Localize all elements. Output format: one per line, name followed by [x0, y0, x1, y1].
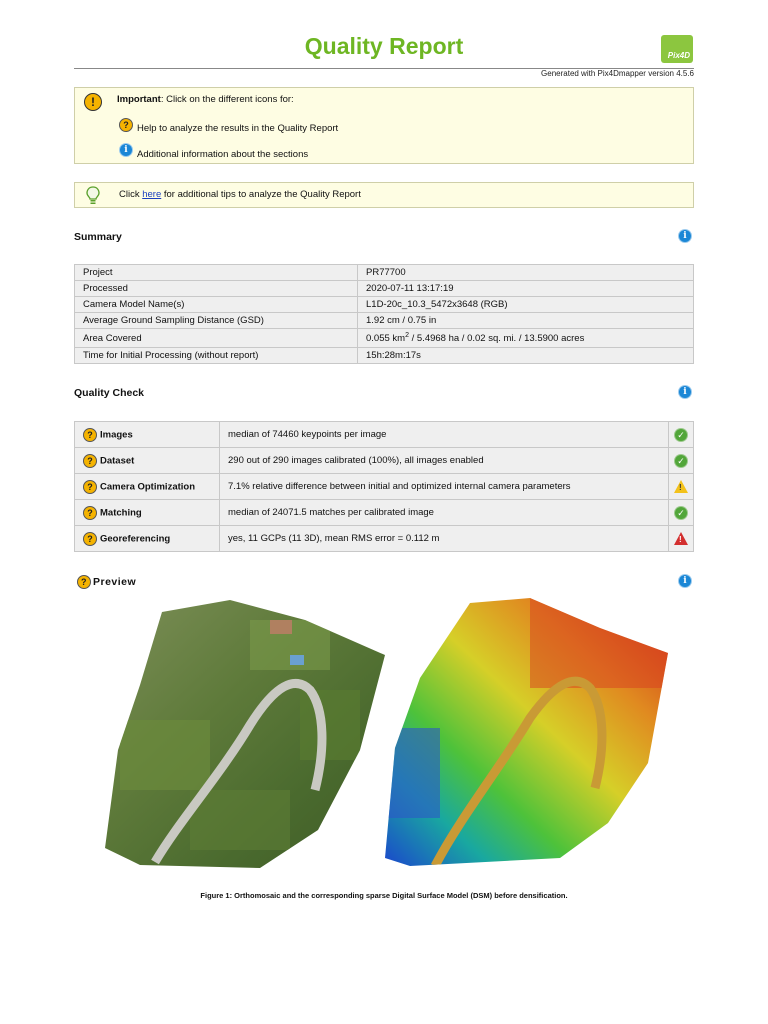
summary-table: Project PR77700 Processed 2020-07-11 13:17… — [74, 264, 694, 364]
status-cell: ✓ — [668, 499, 694, 526]
help-icon[interactable]: ? — [77, 575, 91, 589]
tip-box: Click here for additional tips to analyz… — [74, 182, 694, 208]
quality-check-table: ? Images median of 74460 keypoints per im… — [74, 421, 694, 552]
quality-value: 290 out of 290 images calibrated (100%),… — [219, 447, 669, 474]
table-row: Camera Model Name(s) L1D-20c_10.3_5472x36… — [74, 296, 694, 313]
summary-value: 15h:28m:17s — [357, 347, 694, 364]
info-icon: i — [120, 144, 132, 156]
info-description: Additional information about the section… — [137, 149, 309, 160]
important-box: ! Important: Click on the different icon… — [74, 87, 694, 164]
table-row: ? Images median of 74460 keypoints per im… — [74, 421, 694, 448]
summary-key: Camera Model Name(s) — [74, 296, 358, 313]
summary-value: PR77700 — [357, 264, 694, 281]
warning-mark: ! — [679, 483, 682, 492]
tip-prefix: Click — [119, 189, 143, 200]
help-description: Help to analyze the results in the Quali… — [137, 123, 339, 134]
preview-title: Preview — [93, 575, 137, 588]
table-row: ? Dataset 290 out of 290 images calibrate… — [74, 447, 694, 474]
status-cell: ! — [668, 525, 694, 552]
quality-key: Images — [100, 429, 133, 441]
status-cell: ✓ — [668, 421, 694, 448]
quality-value: yes, 11 GCPs (11 3D), mean RMS error = 0… — [219, 525, 669, 552]
tip-text: Click here for additional tips to analyz… — [119, 189, 361, 200]
preview-heading: ? Preview — [77, 575, 136, 589]
help-icon[interactable]: ? — [83, 453, 97, 468]
table-row: Project PR77700 — [74, 264, 694, 281]
tips-link[interactable]: here — [142, 189, 161, 200]
dsm-image — [385, 598, 668, 866]
summary-key: Time for Initial Processing (without rep… — [74, 347, 358, 364]
quality-key-cell: ? Camera Optimization — [74, 473, 220, 500]
table-row: Processed 2020-07-11 13:17:19 — [74, 280, 694, 297]
quality-value: median of 24071.5 matches per calibrated… — [219, 499, 669, 526]
check-icon: ✓ — [675, 454, 687, 467]
area-value-km: 0.055 km — [366, 333, 406, 345]
help-icon[interactable]: ? — [83, 531, 97, 546]
quality-key: Georeferencing — [100, 533, 171, 545]
help-icon[interactable]: ? — [83, 427, 97, 442]
error-mark: ! — [679, 535, 682, 544]
error-triangle-icon: ! — [674, 532, 688, 545]
quality-key-cell: ? Images — [74, 421, 220, 448]
orthomosaic-image — [105, 600, 385, 868]
table-row: ? Matching median of 24071.5 matches per … — [74, 499, 694, 526]
quality-key-cell: ? Dataset — [74, 447, 220, 474]
summary-key: Area Covered — [74, 328, 358, 348]
quality-key: Camera Optimization — [100, 481, 196, 493]
area-value-rest: / 5.4968 ha / 0.02 sq. mi. / 13.5900 acr… — [408, 333, 585, 345]
lightbulb-icon — [86, 186, 100, 204]
quality-key: Matching — [100, 507, 142, 519]
warning-triangle-icon: ! — [674, 480, 688, 493]
warning-icon: ! — [84, 93, 102, 111]
quality-key-cell: ? Georeferencing — [74, 525, 220, 552]
table-row: ? Camera Optimization 7.1% relative diffe… — [74, 473, 694, 500]
summary-heading: Summary — [74, 231, 122, 243]
quality-key-cell: ? Matching — [74, 499, 220, 526]
status-cell: ! — [668, 473, 694, 500]
table-row: Time for Initial Processing (without rep… — [74, 347, 694, 364]
summary-key: Average Ground Sampling Distance (GSD) — [74, 312, 358, 329]
logo-text: Pix4D — [667, 51, 690, 60]
quality-check-heading: Quality Check — [74, 387, 145, 399]
quality-value: 7.1% relative difference between initial… — [219, 473, 669, 500]
summary-key: Processed — [74, 280, 358, 297]
summary-key: Project — [74, 264, 358, 281]
summary-value: 2020-07-11 13:17:19 — [357, 280, 694, 297]
help-icon[interactable]: ? — [83, 505, 97, 520]
status-cell: ✓ — [668, 447, 694, 474]
check-icon: ✓ — [675, 506, 687, 519]
pix4d-logo: Pix4D — [661, 35, 693, 63]
summary-value: 0.055 km2 / 5.4968 ha / 0.02 sq. mi. / 1… — [357, 328, 694, 348]
summary-value: L1D-20c_10.3_5472x3648 (RGB) — [357, 296, 694, 313]
summary-value: 1.92 cm / 0.75 in — [357, 312, 694, 329]
important-text: Important: Click on the different icons … — [117, 94, 294, 105]
generated-with: Generated with Pix4Dmapper version 4.5.6 — [541, 69, 694, 78]
quality-key: Dataset — [100, 455, 135, 467]
important-label: Important — [117, 94, 161, 105]
figure-caption: Figure 1: Orthomosaic and the correspond… — [200, 891, 568, 900]
important-instruction: : Click on the different icons for: — [160, 94, 294, 105]
table-row: Area Covered 0.055 km2 / 5.4968 ha / 0.02… — [74, 328, 694, 348]
summary-info-icon[interactable]: i — [679, 230, 691, 242]
table-row: ? Georeferencing yes, 11 GCPs (11 3D), me… — [74, 525, 694, 552]
help-icon[interactable]: ? — [83, 479, 97, 494]
table-row: Average Ground Sampling Distance (GSD) 1.… — [74, 312, 694, 329]
tip-suffix: for additional tips to analyze the Quali… — [161, 189, 361, 200]
check-icon: ✓ — [675, 428, 687, 441]
report-title: Quality Report — [304, 33, 464, 59]
quality-info-icon[interactable]: i — [679, 386, 691, 398]
quality-value: median of 74460 keypoints per image — [219, 421, 669, 448]
preview-info-icon[interactable]: i — [679, 575, 691, 587]
help-icon: ? — [119, 118, 133, 132]
